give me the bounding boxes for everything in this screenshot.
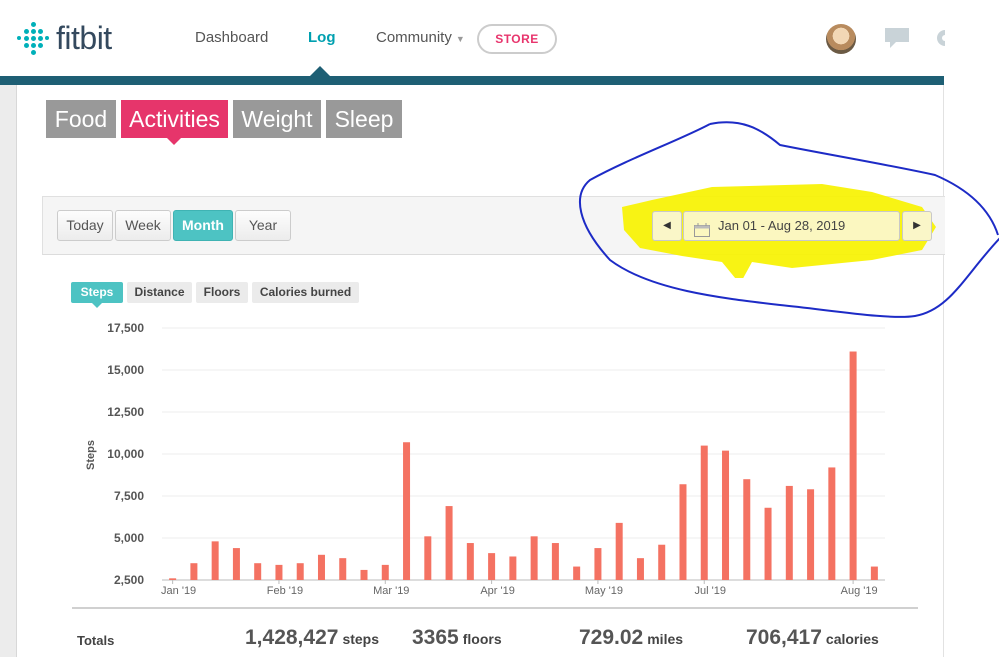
bar[interactable] xyxy=(403,442,411,580)
total-steps-unit: steps xyxy=(342,631,380,647)
avatar[interactable] xyxy=(826,24,856,54)
bar[interactable] xyxy=(743,479,751,580)
tab-weight[interactable]: Weight xyxy=(233,100,321,138)
chevron-down-icon: ▼ xyxy=(455,34,465,44)
steps-bar-chart: 2,5005,0007,50010,00012,50015,00017,500 … xyxy=(85,321,885,597)
y-tick-label: 10,000 xyxy=(107,447,144,461)
bar[interactable] xyxy=(445,506,453,580)
bar[interactable] xyxy=(211,541,219,580)
x-tick-label: Feb '19 xyxy=(267,585,303,597)
x-tick-label: Jul '19 xyxy=(695,585,726,597)
total-calories-unit: calories xyxy=(825,631,879,647)
bar[interactable] xyxy=(360,569,368,580)
brand-name: fitbit xyxy=(56,20,112,56)
divider xyxy=(72,607,918,609)
period-week-button[interactable]: Week xyxy=(115,210,171,241)
bar[interactable] xyxy=(722,450,730,580)
bar[interactable] xyxy=(381,564,389,580)
bar[interactable] xyxy=(870,566,878,580)
bar[interactable] xyxy=(828,467,836,580)
bar[interactable] xyxy=(658,544,666,580)
y-tick-label: 17,500 xyxy=(107,321,144,335)
total-calories: 706,417 calories xyxy=(746,626,879,650)
tab-food[interactable]: Food xyxy=(46,100,116,138)
bar[interactable] xyxy=(849,351,857,580)
x-tick-label: Aug '19 xyxy=(841,585,878,597)
tab-sleep[interactable]: Sleep xyxy=(326,100,402,138)
bar[interactable] xyxy=(296,563,304,580)
period-month-button[interactable]: Month xyxy=(173,210,233,241)
bar[interactable] xyxy=(785,485,793,580)
bar[interactable] xyxy=(530,536,538,580)
bar[interactable] xyxy=(232,548,240,580)
total-floors: 3365 floors xyxy=(412,626,502,650)
y-tick-label: 2,500 xyxy=(114,573,144,587)
bar[interactable] xyxy=(190,563,198,580)
fitbit-logo[interactable]: fitbit xyxy=(16,20,112,57)
nav-underline xyxy=(0,76,944,85)
bar[interactable] xyxy=(807,489,815,580)
total-miles: 729.02 miles xyxy=(579,626,683,650)
nav-dashboard[interactable]: Dashboard xyxy=(195,29,268,46)
store-button[interactable]: STORE xyxy=(477,24,557,54)
y-tick-label: 15,000 xyxy=(107,363,144,377)
total-floors-value: 3365 xyxy=(412,626,459,649)
bar[interactable] xyxy=(509,556,517,580)
active-metric-caret xyxy=(92,303,102,308)
bar[interactable] xyxy=(275,564,283,580)
y-tick-label: 5,000 xyxy=(114,531,144,545)
y-axis-label: Steps xyxy=(85,440,97,470)
y-tick-label: 12,500 xyxy=(107,405,144,419)
active-tab-caret xyxy=(166,137,182,145)
left-gutter xyxy=(0,85,16,657)
bar[interactable] xyxy=(594,548,602,580)
total-miles-value: 729.02 xyxy=(579,626,644,649)
total-steps: 1,428,427 steps xyxy=(245,626,379,650)
bar[interactable] xyxy=(254,563,262,580)
period-year-button[interactable]: Year xyxy=(235,210,291,241)
chat-icon[interactable] xyxy=(884,27,910,54)
metric-distance-tab[interactable]: Distance xyxy=(127,282,192,303)
y-tick-label: 7,500 xyxy=(114,489,144,503)
period-today-button[interactable]: Today xyxy=(57,210,113,241)
blue-scribble-annotation xyxy=(578,121,999,318)
bar[interactable] xyxy=(169,578,177,580)
bar[interactable] xyxy=(573,566,581,580)
bar[interactable] xyxy=(679,484,687,580)
fitbit-dots-icon xyxy=(16,21,50,56)
x-tick-label: Mar '19 xyxy=(373,585,409,597)
gear-icon[interactable] xyxy=(935,26,953,55)
metric-calories-tab[interactable]: Calories burned xyxy=(252,282,359,303)
top-navigation: fitbit Dashboard Log Community ▼ STORE xyxy=(0,0,953,76)
x-tick-label: Jan '19 xyxy=(161,585,196,597)
bar[interactable] xyxy=(488,553,496,580)
bar[interactable] xyxy=(317,554,325,580)
total-floors-unit: floors xyxy=(462,631,502,647)
bar[interactable] xyxy=(615,522,623,580)
total-steps-value: 1,428,427 xyxy=(245,626,339,649)
metric-floors-tab[interactable]: Floors xyxy=(196,282,248,303)
totals-label: Totals xyxy=(77,633,115,648)
divider xyxy=(16,85,17,657)
tab-activities[interactable]: Activities xyxy=(121,100,228,138)
metric-steps-tab[interactable]: Steps xyxy=(71,282,123,303)
bar[interactable] xyxy=(466,543,474,580)
bar[interactable] xyxy=(700,445,708,580)
bar[interactable] xyxy=(424,536,432,580)
total-miles-unit: miles xyxy=(647,631,684,647)
x-tick-label: May '19 xyxy=(585,585,623,597)
bar[interactable] xyxy=(764,507,772,580)
bar[interactable] xyxy=(339,558,347,580)
nav-community[interactable]: Community ▼ xyxy=(376,29,465,46)
bar[interactable] xyxy=(636,558,644,580)
bar[interactable] xyxy=(551,543,559,580)
nav-community-label: Community xyxy=(376,29,452,46)
nav-log[interactable]: Log xyxy=(308,29,336,46)
total-calories-value: 706,417 xyxy=(746,626,822,649)
x-tick-label: Apr '19 xyxy=(480,585,515,597)
active-nav-caret xyxy=(310,66,330,76)
